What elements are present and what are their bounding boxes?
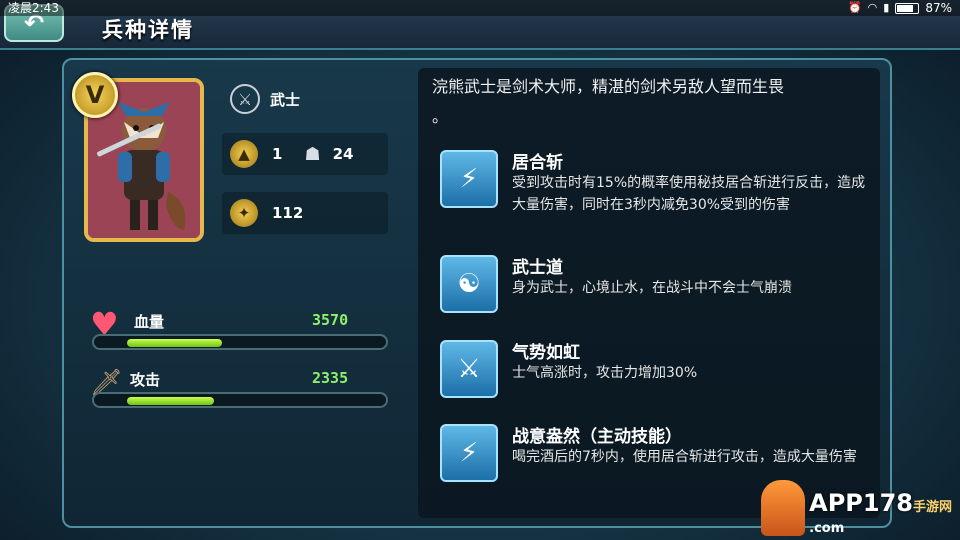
attack-label: 攻击	[130, 371, 161, 389]
unit-description: 浣熊武士是剑术大师，精湛的剑术另敌人望而生畏 。	[432, 72, 872, 132]
skill-desc: 士气高涨时，攻击力增加30%	[512, 365, 698, 381]
slash-icon: ⚡	[440, 150, 498, 208]
battery-icon	[895, 2, 920, 14]
hp-value: 3570	[312, 311, 349, 329]
crossed-swords-up-icon: ⚔	[440, 340, 498, 398]
slash-icon: ⚡	[440, 424, 498, 482]
status-bar: 凌晨2:43 ⏰ ◠ ▮ 87%	[0, 0, 960, 16]
wifi-icon: ◠	[867, 1, 878, 14]
hp-label: 血量	[134, 313, 165, 331]
watermark-sub: 手游网	[912, 500, 952, 515]
troops-value: 24	[332, 145, 354, 163]
power-value: 112	[272, 204, 304, 222]
unit-type-row: ⚔ 武士	[230, 84, 300, 114]
watermark-suffix: .com	[809, 521, 845, 536]
raccoon-mask-icon: ☯	[440, 255, 498, 313]
power-row: ✦ 112	[230, 199, 303, 227]
attack-bar	[92, 392, 388, 408]
attack-bar-fill	[127, 397, 214, 405]
status-icons: ⏰ ◠ ▮ 87%	[848, 0, 952, 16]
watermark-text: APP178手游网 .com	[809, 489, 952, 536]
cost-troops-row: ▲ 1 ☗ 24	[230, 140, 353, 168]
skill-name: 武士道	[512, 258, 563, 278]
description-line-2: 。	[432, 107, 449, 126]
watermark-brand: APP178	[809, 489, 913, 517]
page-title: 兵种详情	[102, 18, 194, 42]
helmet-icon: ▲	[230, 140, 258, 168]
signal-icon: ▮	[883, 1, 890, 14]
cost-value: 1	[272, 145, 283, 163]
watermark-logo-icon	[761, 480, 806, 536]
site-watermark: APP178手游网 .com	[742, 476, 952, 536]
battery-percent: 87%	[925, 1, 952, 15]
skill-name: 气势如虹	[512, 343, 580, 363]
samurai-type-icon: ⚔	[230, 84, 260, 114]
skill-desc: 喝完酒后的7秒内，使用居合斩进行攻击，造成大量伤害	[512, 449, 857, 465]
rank-badge: V	[72, 72, 118, 118]
skill-name: 战意盎然（主动技能）	[512, 427, 682, 447]
hp-bar-fill	[127, 339, 222, 347]
unit-type-label: 武士	[270, 90, 301, 109]
power-icon: ✦	[230, 199, 258, 227]
skill-desc: 受到攻击时有15%的概率使用秘技居合斩进行反击，造成大量伤害，同时在3秒内减免3…	[512, 175, 866, 213]
skill-desc: 身为武士，心境止水，在战斗中不会士气崩溃	[512, 280, 792, 296]
battery-fill	[897, 4, 914, 12]
skill-name: 居合斩	[512, 153, 563, 173]
description-line-1: 浣熊武士是剑术大师，精湛的剑术另敌人望而生畏	[432, 77, 785, 96]
attack-value: 2335	[312, 369, 349, 387]
alarm-icon: ⏰	[847, 1, 862, 14]
troops-icon: ☗	[304, 143, 321, 165]
hp-bar	[92, 334, 388, 350]
status-time: 凌晨2:43	[8, 1, 59, 15]
